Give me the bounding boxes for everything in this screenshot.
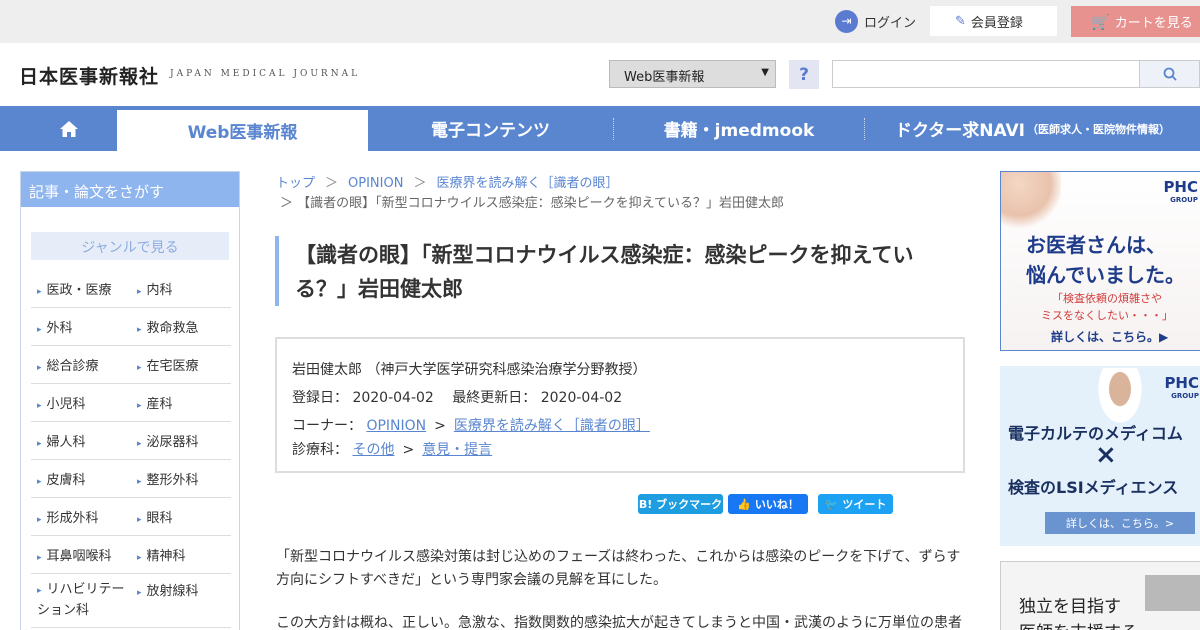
genre-link[interactable]: 小児科 [31, 384, 131, 421]
genre-link[interactable]: 皮膚科 [31, 460, 131, 497]
updated-date: 2020-04-02 [540, 390, 623, 406]
thumbs-up-icon: 👍 [737, 497, 751, 511]
chevron-down-icon: ▼ [761, 67, 769, 78]
login-link[interactable]: ⇥ ログイン [835, 9, 916, 33]
breadcrumb-link[interactable]: OPINION [348, 176, 403, 191]
cart-icon: 🛒 [1091, 12, 1110, 31]
breadcrumb-link[interactable]: 医療界を読み解く［識者の眼］ [436, 176, 618, 191]
sidebar: 記事・論文をさがす ジャンルで見る 医政・医療内科 外科救命救急 総合診療在宅医… [20, 171, 240, 630]
breadcrumb: トップ＞ OPINION ＞医療界を読み解く［識者の眼］ [276, 176, 619, 191]
nav-label-note: （医師求人・医院物件情報） [1027, 122, 1171, 136]
genre-link[interactable]: 泌尿器科 [131, 422, 231, 459]
ad-cta: 詳しくは、こちら。> [1045, 512, 1195, 534]
dept-link[interactable]: 意見・提言 [422, 442, 492, 458]
genre-link[interactable]: 眼科 [131, 498, 231, 535]
help-button[interactable]: ? [789, 60, 819, 89]
register-label: 会員登録 [970, 15, 1023, 31]
phc-logo: PHC GROUP [1163, 178, 1198, 204]
search-input[interactable] [832, 60, 1140, 88]
ad-line: 独立を目指す [1019, 597, 1121, 617]
twitter-icon: 🐦 [824, 497, 839, 511]
article-dept: 診療科： その他 > 意見・提言 [292, 442, 493, 458]
genre-header: ジャンルで見る [31, 232, 229, 260]
scroll-to-top-button[interactable] [1145, 575, 1200, 611]
corner-label: コーナー： [292, 418, 362, 434]
genre-link[interactable]: 整形外科 [131, 460, 231, 497]
genre-link[interactable]: 婦人科 [31, 422, 131, 459]
main-nav: Web医事新報 電子コンテンツ 書籍・jmedmook ドクター求NAVI （医師… [0, 106, 1200, 151]
genre-link[interactable]: 耳鼻咽喉科 [31, 536, 131, 573]
ad-cta: 詳しくは、こちら。▶ [1051, 330, 1169, 344]
nav-label: ドクター求NAVI [894, 121, 1026, 141]
nurse-photo [1095, 368, 1145, 428]
tweet-button[interactable]: 🐦 ツイート [818, 494, 893, 514]
site-logo-sub: JAPAN MEDICAL JOURNAL [170, 69, 361, 79]
genre-link[interactable]: 形成外科 [31, 498, 131, 535]
search-button[interactable] [1140, 60, 1200, 88]
phc-logo: PHC GROUP [1164, 374, 1199, 400]
genre-link[interactable]: 産科 [131, 384, 231, 421]
nav-e-contents[interactable]: 電子コンテンツ [368, 106, 613, 151]
nav-label: 電子コンテンツ [431, 121, 550, 141]
ad-line: 検査のLSIメディエンス [1008, 478, 1179, 497]
nav-label: 書籍・jmedmook [663, 121, 815, 141]
genre-link[interactable]: 内科 [131, 270, 231, 307]
genre-link[interactable]: 在宅医療 [131, 346, 231, 383]
login-label: ログイン [864, 15, 917, 31]
nav-web-ijishinpo[interactable]: Web医事新報 [117, 110, 368, 151]
ad-cross: × [1095, 440, 1117, 470]
register-icon: ✎ [955, 13, 966, 29]
utility-bar: ⇥ ログイン ✎ 会員登録 🛒 カートを見る [0, 0, 1200, 43]
corner-link[interactable]: 医療界を読み解く［識者の眼］ [454, 418, 650, 434]
tweet-label: ツイート [842, 498, 887, 511]
article-meta: 岩田健太郎 （神戸大学医学研究科感染治療学分野教授） 登録日： 2020-04-… [275, 337, 965, 473]
nav-home[interactable] [20, 106, 117, 151]
genre-link[interactable]: 総合診療 [31, 346, 131, 383]
hatena-bookmark-button[interactable]: B! ブックマーク [638, 494, 723, 514]
search-scope-value: Web医事新報 [624, 70, 705, 85]
site-logo[interactable]: 日本医事新報社 [19, 62, 159, 89]
dept-link[interactable]: その他 [352, 442, 394, 458]
search-scope-select[interactable]: Web医事新報 ▼ [609, 60, 776, 88]
genre-link[interactable]: リハビリテーション科 [31, 574, 131, 627]
ad-line: 医師を支援する [1019, 618, 1138, 630]
ad-banner-independence[interactable]: 独立を目指す 医師を支援する [1000, 561, 1200, 630]
updated-label: 最終更新日： [452, 390, 537, 406]
article-title: 【識者の眼】「新型コロナウイルス感染症：感染ピークを抑えている？」岩田健太郎 [275, 236, 965, 306]
nav-books[interactable]: 書籍・jmedmook [614, 106, 864, 151]
genre-link[interactable]: 精神科 [131, 536, 231, 573]
register-button[interactable]: ✎ 会員登録 [930, 6, 1057, 36]
search-icon [1163, 67, 1177, 81]
cart-button[interactable]: 🛒 カートを見る [1071, 6, 1200, 37]
posted-label: 登録日： [292, 390, 348, 406]
corner-link[interactable]: OPINION [366, 418, 426, 434]
article-paragraph: 「新型コロナウイルス感染対策は封じ込めのフェーズは終わった、これからは感染のピー… [276, 549, 961, 588]
home-icon [59, 120, 78, 137]
facebook-like-button[interactable]: 👍 いいね！ [728, 494, 808, 514]
genre-link[interactable]: 放射線科 [131, 574, 231, 627]
ad-banner-phc-2[interactable]: PHC GROUP 電子カルテのメディコム × 検査のLSIメディエンス 詳しくは… [1000, 366, 1200, 546]
genre-link[interactable]: 医政・医療 [31, 270, 131, 307]
breadcrumb-current: ＞ 【識者の眼】「新型コロナウイルス感染症：感染ピークを抑えている？」岩田健太郎 [280, 196, 784, 211]
cart-label: カートを見る [1114, 16, 1193, 31]
ad-headline: お医者さんは、 悩んでいました。 [1026, 233, 1185, 287]
ad-subtext: 「検査依頼の煩雑さや ミスをなくしたい・・・」 [1041, 292, 1173, 322]
article-author: 岩田健太郎 （神戸大学医学研究科感染治療学分野教授） [292, 362, 647, 378]
posted-date: 2020-04-02 [352, 390, 434, 406]
article-corner: コーナー： OPINION > 医療界を読み解く［識者の眼］ [292, 418, 650, 434]
ad-banner-phc-1[interactable]: PHC GROUP お医者さんは、 悩んでいました。 「検査依頼の煩雑さや ミスをなく… [1000, 171, 1200, 351]
breadcrumb-link[interactable]: トップ [276, 176, 315, 191]
dept-label: 診療科： [292, 442, 348, 458]
doctor-photo [1001, 172, 1061, 232]
article-paragraph: この大方針は概ね、正しい。急激な、指数関数的感染拡大が起きてしまうと中国・武漢の… [276, 615, 962, 630]
article-dates: 登録日： 2020-04-02 最終更新日： 2020-04-02 [292, 387, 948, 407]
genre-link[interactable]: 救命救急 [131, 308, 231, 345]
like-label: いいね！ [754, 498, 799, 511]
sidebar-title: 記事・論文をさがす [21, 172, 239, 207]
genre-link[interactable]: 外科 [31, 308, 131, 345]
login-icon: ⇥ [835, 9, 858, 33]
nav-doctor-navi[interactable]: ドクター求NAVI （医師求人・医院物件情報） [865, 106, 1200, 151]
genre-list: 医政・医療内科 外科救命救急 総合診療在宅医療 小児科産科 婦人科泌尿器科 皮膚… [31, 270, 231, 628]
nav-label: Web医事新報 [187, 123, 298, 143]
